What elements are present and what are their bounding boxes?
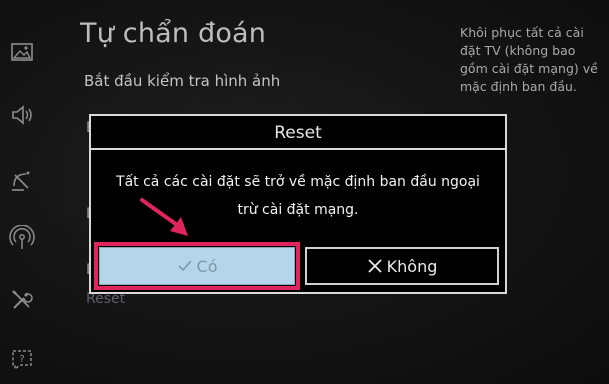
no-button-label: Không bbox=[386, 256, 438, 276]
reset-dialog: Reset Tất cả các cài đặt sẽ trở về mặc đ… bbox=[89, 114, 507, 294]
menu-item-start-picture-test[interactable]: Bắt đầu kiểm tra hình ảnh bbox=[84, 72, 280, 90]
picture-icon[interactable] bbox=[8, 38, 36, 66]
network-icon[interactable] bbox=[8, 224, 36, 253]
support-tools-icon[interactable] bbox=[8, 286, 36, 314]
broadcast-icon[interactable] bbox=[8, 166, 36, 194]
help-icon[interactable]: ? bbox=[8, 346, 36, 374]
dialog-message: Tất cả các cài đặt sẽ trở về mặc định ba… bbox=[116, 174, 480, 218]
page-title: Tự chẩn đoán bbox=[80, 18, 267, 49]
yes-button-label: Có bbox=[196, 256, 218, 276]
help-description: Khôi phục tất cả cài đặt TV (không bao g… bbox=[460, 25, 598, 94]
close-icon bbox=[368, 259, 382, 273]
yes-button[interactable]: Có bbox=[94, 242, 300, 290]
svg-text:?: ? bbox=[19, 354, 24, 365]
sound-icon[interactable] bbox=[8, 101, 36, 129]
tv-settings-screen: ? Tự chẩn đoán Bắt đầu kiểm tra hình ảnh… bbox=[0, 0, 609, 384]
check-icon bbox=[177, 260, 192, 272]
settings-sidebar: ? bbox=[0, 0, 44, 384]
dialog-title: Reset bbox=[91, 116, 505, 150]
no-button[interactable]: Không bbox=[305, 247, 499, 285]
